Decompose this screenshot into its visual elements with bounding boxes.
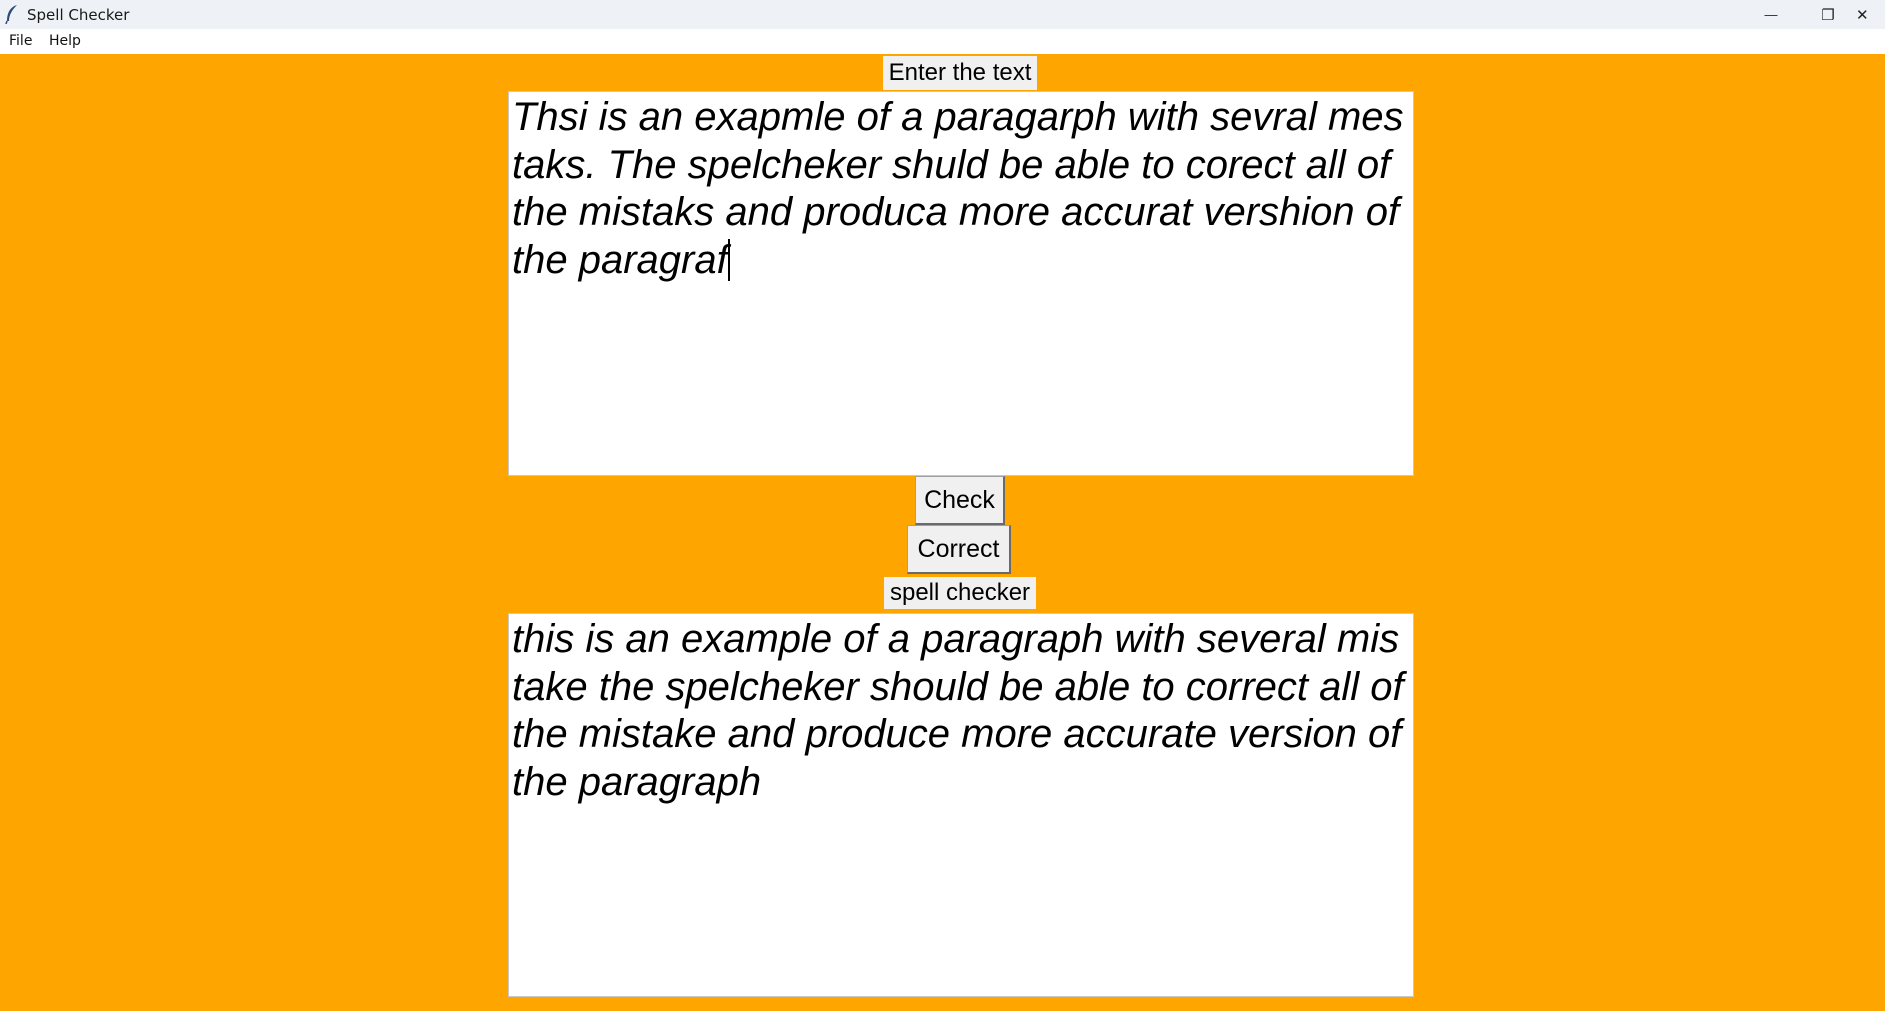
menu-help[interactable]: Help xyxy=(49,33,81,49)
close-icon: ✕ xyxy=(1856,6,1869,24)
minimize-icon: — xyxy=(1764,7,1778,22)
restore-button[interactable]: ❐ xyxy=(1800,0,1856,29)
title-bar: Spell Checker — ❐ ✕ xyxy=(0,0,1885,29)
input-text: Thsi is an exapmle of a paragarph with s… xyxy=(512,95,1411,282)
menu-bar: File Help xyxy=(0,29,1885,54)
text-caret xyxy=(727,238,730,281)
restore-icon: ❐ xyxy=(1821,6,1835,24)
output-text: this is an example of a paragraph with s… xyxy=(512,617,1414,804)
window-title: Spell Checker xyxy=(27,6,130,24)
close-button[interactable]: ✕ xyxy=(1856,0,1885,29)
input-text-area[interactable]: Thsi is an exapmle of a paragarph with s… xyxy=(508,91,1414,476)
input-label: Enter the text xyxy=(883,56,1037,90)
feather-icon xyxy=(5,5,17,24)
menu-file[interactable]: File xyxy=(9,33,32,49)
output-label: spell checker xyxy=(884,577,1036,609)
check-button[interactable]: Check xyxy=(915,476,1005,525)
correct-button[interactable]: Correct xyxy=(907,525,1011,574)
output-text-area[interactable]: this is an example of a paragraph with s… xyxy=(508,613,1414,997)
minimize-button[interactable]: — xyxy=(1743,0,1799,29)
